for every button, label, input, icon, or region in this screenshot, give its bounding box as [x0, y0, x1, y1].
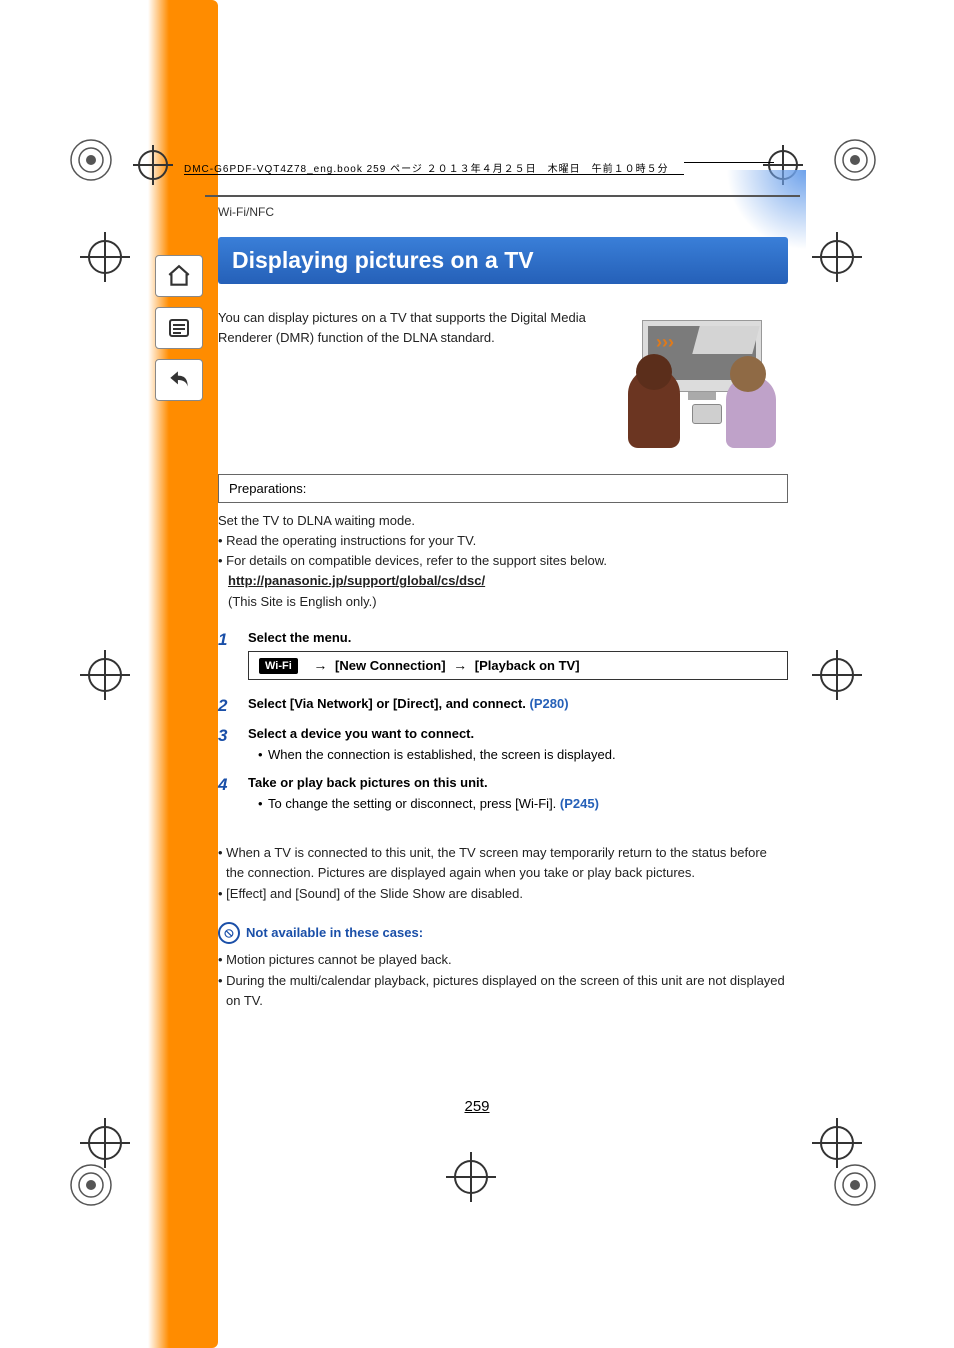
crosshair-icon [812, 650, 862, 700]
nac-line: • Motion pictures cannot be played back. [218, 950, 788, 970]
print-header: DMC-G6PDF-VQT4Z78_eng.book 259 ページ ２０１３年… [184, 160, 784, 180]
back-icon[interactable] [155, 359, 203, 401]
menu-path-item: [New Connection] [335, 658, 446, 673]
content-top-rule [205, 195, 800, 197]
step-title: Select a device you want to connect. [248, 726, 788, 741]
crosshair-icon [812, 232, 862, 282]
registration-mark-icon [830, 135, 880, 185]
not-available-body: • Motion pictures cannot be played back.… [218, 950, 788, 1011]
registration-mark-icon [830, 1160, 880, 1210]
step-sub: •To change the setting or disconnect, pr… [248, 794, 788, 814]
preparations-label: Preparations: [218, 474, 788, 503]
signal-icon: ››› [656, 332, 674, 353]
step-title: Select [Via Network] or [Direct], and co… [248, 696, 788, 711]
page-title: Displaying pictures on a TV [218, 237, 788, 284]
intro-text: You can display pictures on a TV that su… [218, 308, 594, 448]
prohibit-icon: ⦸ [218, 922, 240, 944]
footnote-line: • When a TV is connected to this unit, t… [218, 843, 788, 882]
menu-path-item: [Playback on TV] [475, 658, 580, 673]
preparations-body: Set the TV to DLNA waiting mode. • Read … [218, 511, 788, 612]
page-content: Wi-Fi/NFC Displaying pictures on a TV Yo… [218, 205, 788, 1028]
arrow-icon: → [313, 657, 327, 673]
page-ref-link[interactable]: (P280) [530, 696, 569, 711]
crosshair-icon [446, 1152, 496, 1202]
nac-line: • During the multi/calendar playback, pi… [218, 971, 788, 1010]
sidebar-nav [155, 255, 203, 401]
crosshair-icon [80, 650, 130, 700]
home-icon[interactable] [155, 255, 203, 297]
step-number: 2 [218, 696, 234, 716]
prep-line: (This Site is English only.) [218, 592, 788, 612]
step-4: 4 Take or play back pictures on this uni… [218, 775, 788, 814]
step-number: 4 [218, 775, 234, 814]
print-header-connector [684, 162, 774, 163]
sidebar-band [148, 0, 218, 1348]
arrow-icon: → [453, 657, 467, 673]
crosshair-icon [80, 232, 130, 282]
not-available-header: ⦸ Not available in these cases: [218, 922, 788, 944]
not-available-title: Not available in these cases: [246, 925, 423, 940]
step-1: 1 Select the menu. Wi-Fi → [New Connecti… [218, 630, 788, 687]
wifi-badge: Wi-Fi [259, 658, 298, 674]
step-3: 3 Select a device you want to connect. •… [218, 726, 788, 765]
page-ref-link[interactable]: (P245) [560, 796, 599, 811]
footnotes: • When a TV is connected to this unit, t… [218, 843, 788, 904]
print-header-rule [184, 174, 684, 175]
footnote-line: • [Effect] and [Sound] of the Slide Show… [218, 884, 788, 904]
registration-mark-icon [66, 1160, 116, 1210]
registration-mark-icon [66, 135, 116, 185]
crosshair-icon [128, 140, 168, 180]
step-title: Select the menu. [248, 630, 788, 645]
step-title: Take or play back pictures on this unit. [248, 775, 788, 790]
steps-list: 1 Select the menu. Wi-Fi → [New Connecti… [218, 630, 788, 814]
prep-line: Set the TV to DLNA waiting mode. [218, 511, 788, 531]
tv-illustration: ››› [606, 308, 788, 448]
step-2: 2 Select [Via Network] or [Direct], and … [218, 696, 788, 716]
step-number: 3 [218, 726, 234, 765]
menu-path-box: Wi-Fi → [New Connection] → [Playback on … [248, 651, 788, 681]
toc-icon[interactable] [155, 307, 203, 349]
prep-line: • For details on compatible devices, ref… [218, 551, 788, 571]
step-title-text: Select [Via Network] or [Direct], and co… [248, 696, 530, 711]
page-number: 259 [0, 1098, 954, 1115]
support-link[interactable]: http://panasonic.jp/support/global/cs/ds… [228, 573, 485, 588]
prep-line: • Read the operating instructions for yo… [218, 531, 788, 551]
step-number: 1 [218, 630, 234, 687]
step-sub: •When the connection is established, the… [248, 745, 788, 765]
breadcrumb: Wi-Fi/NFC [218, 205, 788, 219]
